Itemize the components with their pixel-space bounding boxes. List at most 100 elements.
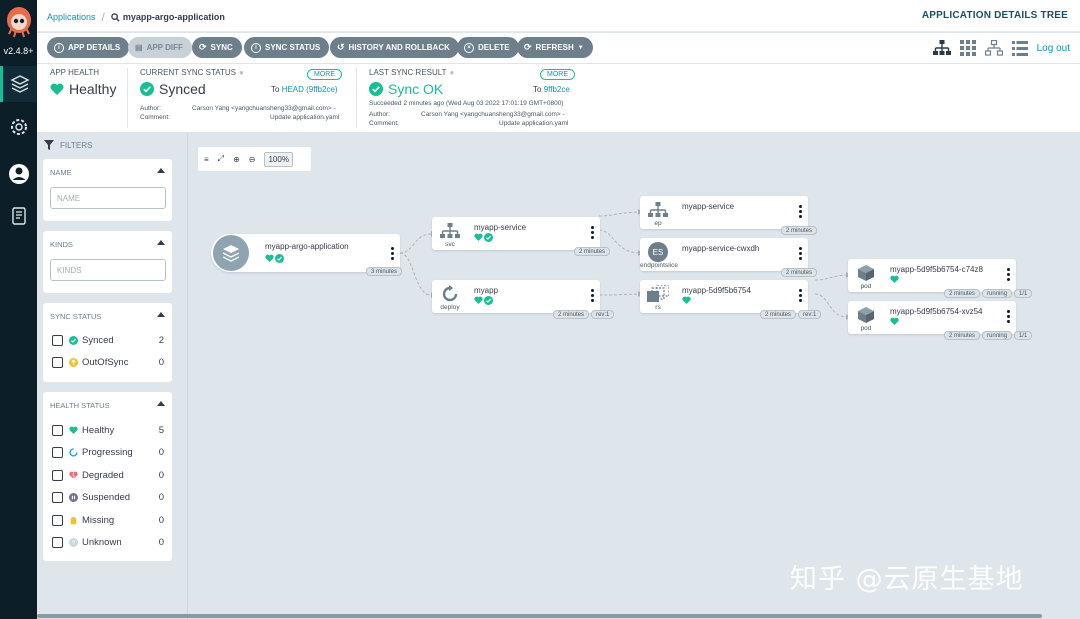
app-health-label: APP HEALTH <box>50 68 100 77</box>
node-menu-button[interactable] <box>799 289 802 302</box>
node-menu-button[interactable] <box>1007 268 1010 281</box>
health-filter-degraded[interactable]: Degraded 0 <box>52 468 164 482</box>
node-menu-button[interactable] <box>799 205 802 218</box>
argo-logo-icon[interactable] <box>4 4 34 44</box>
checkbox[interactable] <box>52 514 63 526</box>
kinds-filter-input[interactable]: KINDS <box>50 259 166 281</box>
sync-filter-outofsync[interactable]: OutOfSync 0 <box>52 355 164 369</box>
nav-applications[interactable] <box>0 66 37 102</box>
app-node-menu-button[interactable] <box>391 247 394 260</box>
sync-status-button[interactable]: i SYNC STATUS <box>244 37 330 58</box>
last-target-link[interactable]: 9ffb2ce <box>544 85 570 94</box>
node-kind: pod <box>860 325 872 332</box>
health-filter-label: Unknown <box>82 536 122 548</box>
check-circle-icon <box>369 82 383 96</box>
heart-icon <box>50 83 64 95</box>
current-sync-text: Synced <box>159 81 206 97</box>
current-sync-target: To HEAD (9ffb2ce) <box>271 85 338 94</box>
current-sync-comment-row: Comment: Update application.yaml <box>140 113 339 122</box>
app-diff-button[interactable]: ▤ APP DIFF <box>128 37 192 58</box>
sync-label: SYNC <box>210 43 233 52</box>
kinds-filter-card: KINDS KINDS <box>43 231 172 293</box>
es-badge: ES <box>648 242 668 262</box>
sync-filter-count: 0 <box>158 356 164 368</box>
node-menu-button[interactable] <box>799 247 802 260</box>
health-filter-unknown[interactable]: ? Unknown 0 <box>52 535 164 549</box>
health-filter-progressing[interactable]: Progressing 0 <box>52 445 164 459</box>
node-menu-button[interactable] <box>1007 310 1010 323</box>
refresh-button[interactable]: ⟳ REFRESH ▼ <box>517 37 593 58</box>
network-view-icon[interactable] <box>984 40 1003 56</box>
checkbox[interactable] <box>52 356 63 368</box>
history-rollback-button[interactable]: ↺ HISTORY AND ROLLBACK <box>330 37 459 58</box>
pause-circle-icon <box>69 492 78 502</box>
app-node-tags: 3 minutes <box>366 267 403 276</box>
info-icon: i <box>54 42 64 53</box>
sync-filter-synced[interactable]: Synced 2 <box>52 333 164 347</box>
current-sync-label-text: CURRENT SYNC STATUS <box>140 68 237 77</box>
nav-user-info[interactable] <box>0 156 37 192</box>
nav-settings[interactable] <box>0 109 37 145</box>
top-header: Applications / myapp-argo-application AP… <box>37 0 1080 32</box>
name-filter-input[interactable]: NAME <box>50 187 166 209</box>
node-name: myapp-5d9f5b6754-c74z8 <box>890 265 983 274</box>
resource-node-pod[interactable]: pod myapp-5d9f5b6754-xvz54 <box>848 301 1016 334</box>
resource-node-ep[interactable]: ep myapp-service <box>640 196 808 229</box>
current-target-link[interactable]: HEAD (9ffb2ce) <box>282 85 338 94</box>
checkbox[interactable] <box>52 424 63 436</box>
logout-link[interactable]: Log out <box>1037 43 1070 54</box>
health-filter-count: 0 <box>158 469 164 481</box>
app-details-button[interactable]: i APP DETAILS <box>47 37 130 58</box>
pod-state-tag: running <box>982 331 1013 340</box>
heart-icon <box>890 275 899 284</box>
checkbox[interactable] <box>52 469 63 481</box>
sync-status-label: SYNC STATUS <box>265 43 321 52</box>
checkbox[interactable] <box>52 334 63 346</box>
docs-icon <box>11 207 26 225</box>
revision-tag: rev:1 <box>591 310 615 319</box>
heart-icon <box>474 296 483 305</box>
resource-node-endpointslice[interactable]: ES endpointslice myapp-service-cwxdh <box>640 238 808 271</box>
list-view-icon[interactable] <box>1011 40 1028 56</box>
health-filter-label: Missing <box>82 514 115 526</box>
health-filter-healthy[interactable]: Healthy 5 <box>52 423 164 437</box>
resource-node-rs[interactable]: rs myapp-5d9f5b6754 <box>640 280 808 313</box>
health-filter-missing[interactable]: Missing 0 <box>52 513 164 527</box>
horizontal-scrollbar[interactable] <box>37 614 1042 618</box>
breadcrumb-applications-link[interactable]: Applications <box>47 12 96 22</box>
kinds-filter-title: KINDS <box>50 240 73 249</box>
checkbox[interactable] <box>52 536 63 548</box>
nav-documentation[interactable] <box>0 198 37 234</box>
sync-filter-count: 2 <box>158 334 164 346</box>
resource-tree-canvas[interactable]: ≡ ⤢ ⊕ ⊖ 100% myapp-argo-application 3 mi… <box>189 134 1080 619</box>
tree-view-icon[interactable] <box>932 40 951 56</box>
collapse-caret-icon[interactable] <box>157 312 165 317</box>
node-status <box>890 275 899 284</box>
last-sync-more-button[interactable]: MORE <box>540 69 575 80</box>
age-tag: 2 minutes <box>944 289 981 298</box>
node-menu-button[interactable] <box>591 289 594 302</box>
collapse-caret-icon[interactable] <box>157 401 165 406</box>
health-filter-label: Healthy <box>82 424 115 436</box>
age-tag: 2 minutes <box>944 331 981 340</box>
view-switcher: Log out <box>932 40 1070 56</box>
collapse-caret-icon[interactable] <box>157 240 165 245</box>
delete-button[interactable]: × DELETE <box>457 37 519 58</box>
health-filter-suspended[interactable]: Suspended 0 <box>52 490 164 504</box>
checkbox[interactable] <box>52 446 63 458</box>
check-circle-icon <box>484 233 493 242</box>
sync-button[interactable]: ⟳ SYNC <box>192 37 242 58</box>
collapse-caret-icon[interactable] <box>157 168 165 173</box>
user-icon <box>8 164 29 184</box>
resource-node-pod[interactable]: pod myapp-5d9f5b6754-c74z8 <box>848 259 1016 292</box>
checkbox[interactable] <box>52 491 63 503</box>
health-filter-label: Degraded <box>82 469 124 481</box>
resource-node-svc[interactable]: svc myapp-service <box>432 217 600 250</box>
current-sync-more-button[interactable]: MORE <box>307 69 342 80</box>
health-status-filter-card: HEALTH STATUS Healthy 5 Progressing 0 De… <box>43 392 172 561</box>
last-sync-succeeded: Succeeded 2 minutes ago (Wed Aug 03 2022… <box>369 100 564 107</box>
breadcrumb: Applications / myapp-argo-application <box>47 10 225 24</box>
resource-node-deploy[interactable]: deploy myapp <box>432 280 600 313</box>
node-menu-button[interactable] <box>591 226 594 239</box>
pods-view-icon[interactable] <box>959 40 976 56</box>
